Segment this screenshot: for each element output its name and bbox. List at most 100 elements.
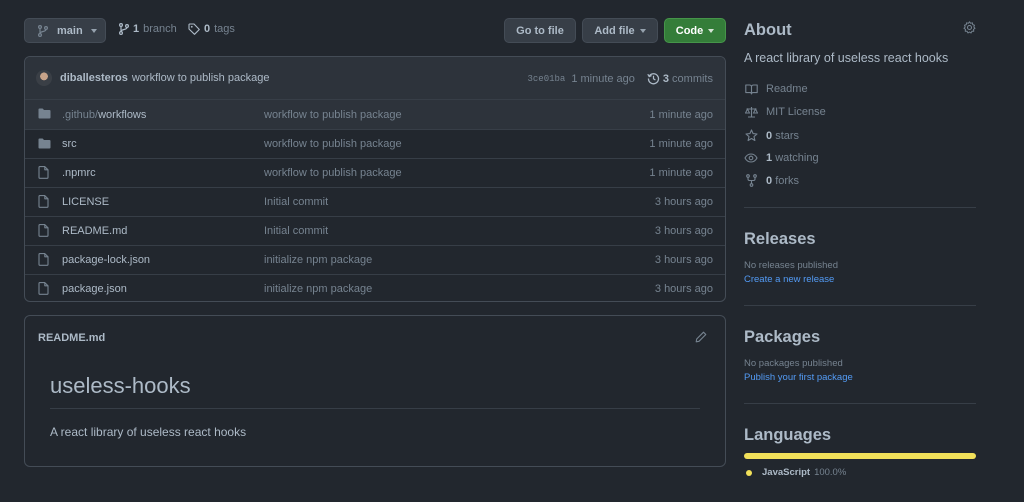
file-name-link[interactable]: .github/workflows (62, 109, 146, 121)
file-name: workflows (98, 108, 147, 121)
stars-label: stars (775, 129, 800, 142)
language-item[interactable]: JavaScript 100.0% (746, 467, 846, 478)
branch-icon (38, 24, 48, 37)
file-row[interactable]: README.md Initial commit 3 hours ago (25, 216, 725, 245)
language-name: JavaScript (762, 467, 811, 478)
language-bar (744, 453, 976, 459)
commit-message[interactable]: workflow to publish package (132, 72, 270, 84)
stars-link[interactable]: 0 stars (744, 129, 799, 142)
readme-filename[interactable]: README.md (38, 332, 105, 344)
code-button[interactable]: Code (664, 18, 726, 43)
file-icon (38, 282, 49, 295)
publish-package-link[interactable]: Publish your first package (744, 372, 853, 383)
file-icon (38, 166, 49, 179)
file-name-link[interactable]: .npmrc (62, 167, 96, 179)
file-row[interactable]: src workflow to publish package 1 minute a… (25, 129, 725, 158)
file-name-link[interactable]: LICENSE (62, 196, 109, 208)
go-to-file-button[interactable]: Go to file (504, 18, 576, 43)
folder-icon (38, 138, 51, 149)
chevron-down-icon (708, 28, 715, 33)
file-commit-age: 3 hours ago (654, 254, 713, 266)
file-icon (38, 224, 49, 237)
file-commit-age: 1 minute ago (649, 108, 713, 121)
about-heading: About (744, 21, 792, 39)
tags-label: tags (214, 23, 235, 35)
readme-panel: README.md useless-hooks A react library … (24, 315, 726, 467)
scale-icon (744, 106, 758, 118)
file-name-link[interactable]: package.json (62, 283, 127, 295)
pencil-icon[interactable] (695, 331, 707, 343)
file-row[interactable]: LICENSE Initial commit 3 hours ago (25, 187, 725, 216)
branch-icon (119, 23, 129, 35)
file-commit-message[interactable]: workflow to publish package (264, 109, 402, 121)
branches-link[interactable]: 1 branch (119, 23, 177, 35)
forks-label: forks (775, 174, 800, 187)
file-name: README.md (62, 225, 128, 237)
commits-count: 3 (662, 72, 670, 85)
file-name: package.json (62, 283, 127, 295)
watching-label: watching (775, 152, 819, 164)
branches-count: 1 (133, 23, 140, 35)
file-row[interactable]: package-lock.json initialize npm package 3… (25, 245, 725, 274)
commit-age: 1 minute ago (571, 72, 635, 85)
add-file-label: Add file (594, 24, 635, 37)
stars-count: 0 (766, 129, 773, 142)
releases-empty-text: No releases published (744, 260, 839, 271)
watching-link[interactable]: 1 watching (744, 152, 819, 164)
code-label: Code (675, 24, 704, 37)
readme-link[interactable]: Readme (744, 83, 808, 95)
readme-heading: useless-hooks (50, 373, 191, 398)
file-commit-message[interactable]: Initial commit (264, 225, 328, 237)
language-color-dot (746, 469, 752, 476)
about-description: A react library of useless react hooks (744, 51, 949, 65)
releases-heading[interactable]: Releases (744, 230, 976, 249)
commit-sha[interactable]: 3ce01ba (528, 74, 566, 84)
license-link[interactable]: MIT License (744, 106, 826, 118)
file-commit-age: 3 hours ago (654, 283, 713, 295)
file-name: src (62, 138, 77, 150)
file-name: .npmrc (62, 167, 96, 179)
file-name-link[interactable]: README.md (62, 225, 127, 237)
avatar[interactable] (36, 70, 52, 86)
forks-link[interactable]: 0 forks (744, 174, 799, 187)
file-row[interactable]: .github/workflows workflow to publish pac… (25, 100, 725, 129)
file-commit-age: 1 minute ago (649, 138, 713, 150)
commit-author[interactable]: diballesteros (60, 72, 128, 84)
readme-label: Readme (766, 83, 808, 95)
packages-heading[interactable]: Packages (744, 328, 976, 347)
file-commit-message[interactable]: workflow to publish package (264, 167, 402, 179)
divider (744, 207, 976, 208)
branch-selector-button[interactable]: main (24, 18, 106, 43)
file-commit-message[interactable]: workflow to publish package (264, 138, 402, 150)
commits-history-link[interactable]: 3 commits (647, 72, 713, 85)
file-row[interactable]: package.json initialize npm package 3 hour… (25, 274, 725, 301)
history-icon (647, 72, 660, 85)
packages-empty-text: No packages published (744, 358, 843, 369)
folder-icon (38, 108, 51, 119)
eye-icon (744, 153, 758, 163)
watching-count: 1 (766, 152, 773, 164)
readme-body: A react library of useless react hooks (50, 425, 247, 439)
create-release-link[interactable]: Create a new release (744, 274, 834, 285)
gear-icon[interactable] (963, 21, 976, 34)
file-commit-age: 3 hours ago (654, 225, 713, 237)
commits-label: commits (672, 72, 713, 85)
file-icon (38, 195, 49, 208)
go-to-file-label: Go to file (516, 24, 564, 37)
language-percent: 100.0% (814, 467, 847, 478)
tag-icon (188, 23, 200, 35)
file-commit-message[interactable]: Initial commit (264, 196, 328, 208)
file-name-link[interactable]: src (62, 138, 77, 150)
file-name-link[interactable]: package-lock.json (62, 254, 150, 266)
tags-count: 0 (204, 23, 211, 35)
tags-link[interactable]: 0 tags (188, 23, 235, 35)
forks-count: 0 (766, 174, 773, 187)
file-commit-age: 1 minute ago (649, 167, 713, 179)
latest-commit-bar: diballesteros workflow to publish packag… (25, 57, 725, 100)
file-row[interactable]: .npmrc workflow to publish package 1 minut… (25, 158, 725, 187)
file-commit-message[interactable]: initialize npm package (264, 283, 372, 295)
branch-name: main (57, 24, 83, 37)
chevron-down-icon (90, 28, 97, 33)
file-commit-message[interactable]: initialize npm package (264, 254, 372, 266)
add-file-button[interactable]: Add file (582, 18, 658, 43)
